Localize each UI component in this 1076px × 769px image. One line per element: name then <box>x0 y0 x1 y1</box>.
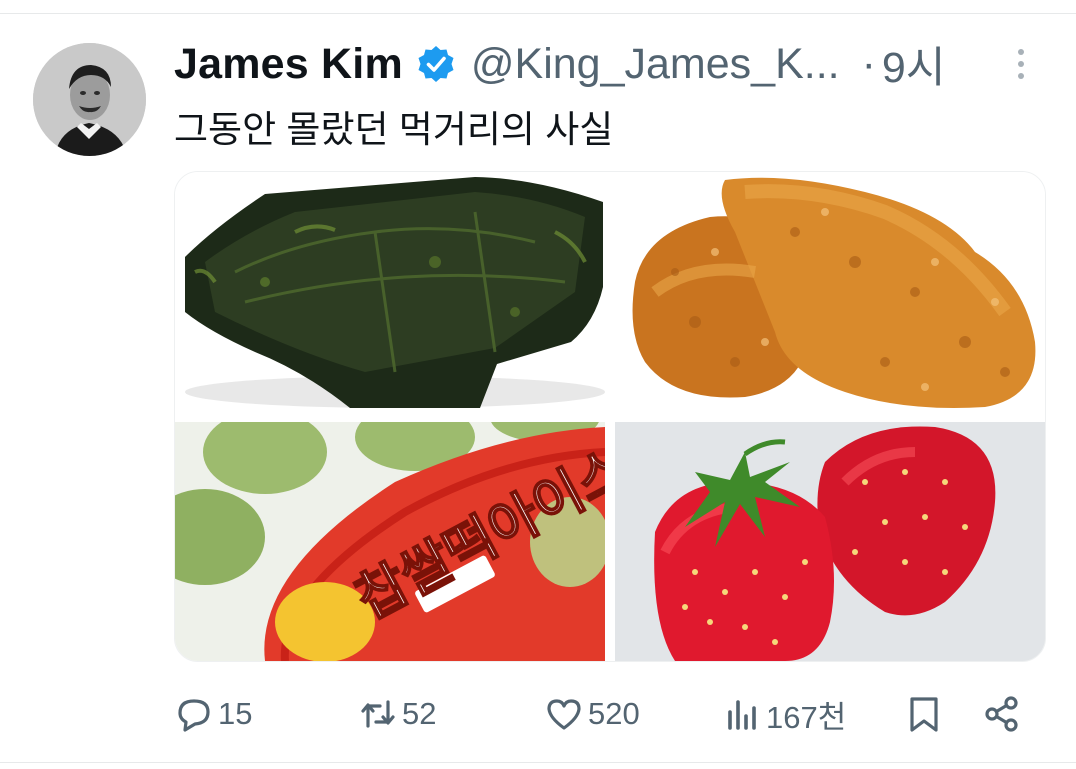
avatar[interactable] <box>33 43 146 156</box>
media-image-strawberries[interactable] <box>615 422 1045 661</box>
tweet-header: James Kim @King_James_K... · 9시 <box>174 33 1054 95</box>
separator-dot: · <box>861 39 876 88</box>
retweet-button[interactable]: 52 <box>358 690 436 738</box>
retweet-count: 52 <box>402 696 437 731</box>
views-button[interactable]: 167천 <box>722 690 846 738</box>
more-vertical-icon[interactable] <box>1006 44 1036 84</box>
author-handle[interactable]: @King_James_K... <box>471 40 840 89</box>
verified-badge-icon <box>417 45 455 83</box>
like-count: 520 <box>588 696 640 731</box>
media-image-seaweed[interactable] <box>175 172 605 411</box>
heart-icon <box>544 694 584 734</box>
bookmark-button[interactable] <box>904 690 944 738</box>
bar-chart-icon <box>722 694 762 734</box>
author-display-name[interactable]: James Kim <box>174 40 403 89</box>
media-image-fried-chicken[interactable] <box>615 172 1045 411</box>
speech-bubble-icon <box>174 694 214 734</box>
like-button[interactable]: 520 <box>544 690 640 738</box>
retweet-arrows-icon <box>358 694 398 734</box>
tweet-text: 그동안 몰랐던 먹거리의 사실 <box>174 109 614 150</box>
media-grid: 찹쌀떡아이스 <box>174 171 1046 662</box>
share-icon <box>982 694 1022 734</box>
avatar-portrait-image <box>33 43 146 156</box>
timestamp[interactable]: 9시 <box>882 33 945 95</box>
reply-button[interactable]: 15 <box>174 690 252 738</box>
action-bar: 15 52 520 167천 <box>174 690 1034 738</box>
view-count: 167천 <box>766 699 847 735</box>
bookmark-icon <box>904 694 944 734</box>
share-button[interactable] <box>982 690 1022 738</box>
media-image-ice-cream-package[interactable]: 찹쌀떡아이스 <box>175 422 605 661</box>
reply-count: 15 <box>218 696 253 731</box>
bottom-divider <box>0 762 1076 763</box>
top-divider <box>0 13 1076 14</box>
